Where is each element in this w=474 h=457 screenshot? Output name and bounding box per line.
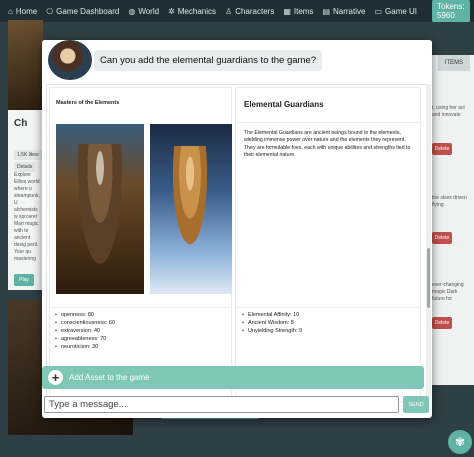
nav-narrative-label: Narrative [333, 6, 366, 16]
stat-item: neuroticism: 30 [55, 343, 115, 351]
nav-home[interactable]: ⌂ Home [8, 7, 37, 16]
nav-world[interactable]: ◍ World [128, 7, 159, 16]
nav-game-ui[interactable]: ▭ Game UI [374, 7, 417, 16]
lightning-guardian-image [150, 124, 232, 294]
narrative-icon: ▤ [322, 6, 330, 16]
gamepad-icon: ⎔ [46, 6, 54, 16]
message-input-row: SEND [42, 394, 432, 416]
background-item-text: the skies driven flying [432, 195, 467, 208]
send-button[interactable]: SEND [403, 396, 429, 413]
delete-button[interactable]: Delete [432, 317, 452, 329]
chat-scrollbar[interactable] [426, 84, 431, 402]
monitor-icon: ▭ [374, 6, 383, 16]
stat-item: openness: 80 [55, 311, 115, 319]
delete-button[interactable]: Delete [432, 232, 452, 244]
chat-response-area: Masters of the Elements openness: 80 con… [46, 84, 428, 402]
likes-chip: 1.5K likes [14, 150, 42, 160]
stat-item: conscientiousness: 60 [55, 319, 115, 327]
items-tab[interactable]: ITEMS [438, 55, 470, 71]
nav-world-label: World [138, 6, 160, 16]
modal-header: Can you add the elemental guardians to t… [42, 40, 432, 82]
user-question: Can you add the elemental guardians to t… [94, 50, 323, 71]
asset-card-title: Elemental Guardians [244, 100, 324, 109]
tokens-badge[interactable]: Tokens: 5960 [432, 0, 470, 23]
gear-icon: ✲ [168, 6, 175, 16]
stat-item: Ancient Wisdom: 8 [242, 319, 302, 327]
nav-game-dashboard[interactable]: ⎔ Game Dashboard [46, 7, 119, 16]
divider [236, 122, 422, 123]
asset-stats-list: Elemental Affinity: 10 Ancient Wisdom: 8… [242, 311, 302, 335]
background-game-title: Ch [14, 118, 28, 129]
character-icon: ♙ [225, 6, 233, 16]
details-chip[interactable]: Details [14, 162, 36, 172]
assistant-fab-button[interactable]: ✾ [448, 430, 472, 454]
chat-scrollbar-thumb[interactable] [427, 248, 430, 308]
personality-stats-list: openness: 80 conscientiousness: 60 extra… [55, 311, 115, 351]
nav-characters-label: Characters [235, 6, 275, 16]
asset-description: The Elemental Guardians are ancient bein… [244, 130, 411, 159]
play-button[interactable]: Play [14, 274, 34, 286]
home-icon: ⌂ [8, 6, 13, 16]
add-asset-label: Add Asset to the game [69, 373, 150, 382]
nav-home-label: Home [15, 6, 38, 16]
asset-card: Elemental Guardians The Elemental Guardi… [235, 87, 422, 397]
stat-item: Elemental Affinity: 10 [242, 311, 302, 319]
nav-game-dashboard-label: Game Dashboard [56, 6, 120, 16]
background-game-image [8, 20, 43, 110]
divider [49, 307, 230, 308]
plus-icon: + [48, 370, 63, 385]
nav-items-label: Items [293, 6, 314, 16]
delete-button[interactable]: Delete [432, 143, 452, 155]
stat-item: extraversion: 40 [55, 327, 115, 335]
divider [235, 307, 421, 308]
character-card-title: Masters of the Elements [56, 100, 120, 106]
background-item-text: ever-changing magic Dark future for [432, 282, 464, 302]
stat-item: agreeableness: 70 [55, 335, 115, 343]
brain-icon: ✾ [454, 435, 466, 449]
nav-mechanics[interactable]: ✲ Mechanics [168, 7, 216, 16]
nav-narrative[interactable]: ▤ Narrative [322, 7, 365, 16]
globe-icon: ◍ [128, 6, 136, 16]
assistant-avatar [48, 40, 92, 80]
nav-characters[interactable]: ♙ Characters [225, 7, 274, 16]
message-input[interactable] [44, 396, 399, 413]
stat-item: Unyielding Strength: 9 [242, 327, 302, 335]
nav-game-ui-label: Game UI [385, 6, 418, 16]
nav-items[interactable]: ▦ Items [283, 7, 313, 16]
chat-modal: Can you add the elemental guardians to t… [42, 40, 432, 418]
add-asset-button[interactable]: + Add Asset to the game [42, 366, 424, 389]
nav-mechanics-label: Mechanics [177, 6, 217, 16]
items-icon: ▦ [283, 6, 291, 16]
top-navigation: ⌂ Home ⎔ Game Dashboard ◍ World ✲ Mechanics … [0, 0, 474, 23]
background-item-text: t, using her act and innovate [432, 105, 465, 118]
earth-guardian-image [56, 124, 144, 294]
background-game-description: Explore Elites world where o steampunk, … [14, 172, 40, 262]
